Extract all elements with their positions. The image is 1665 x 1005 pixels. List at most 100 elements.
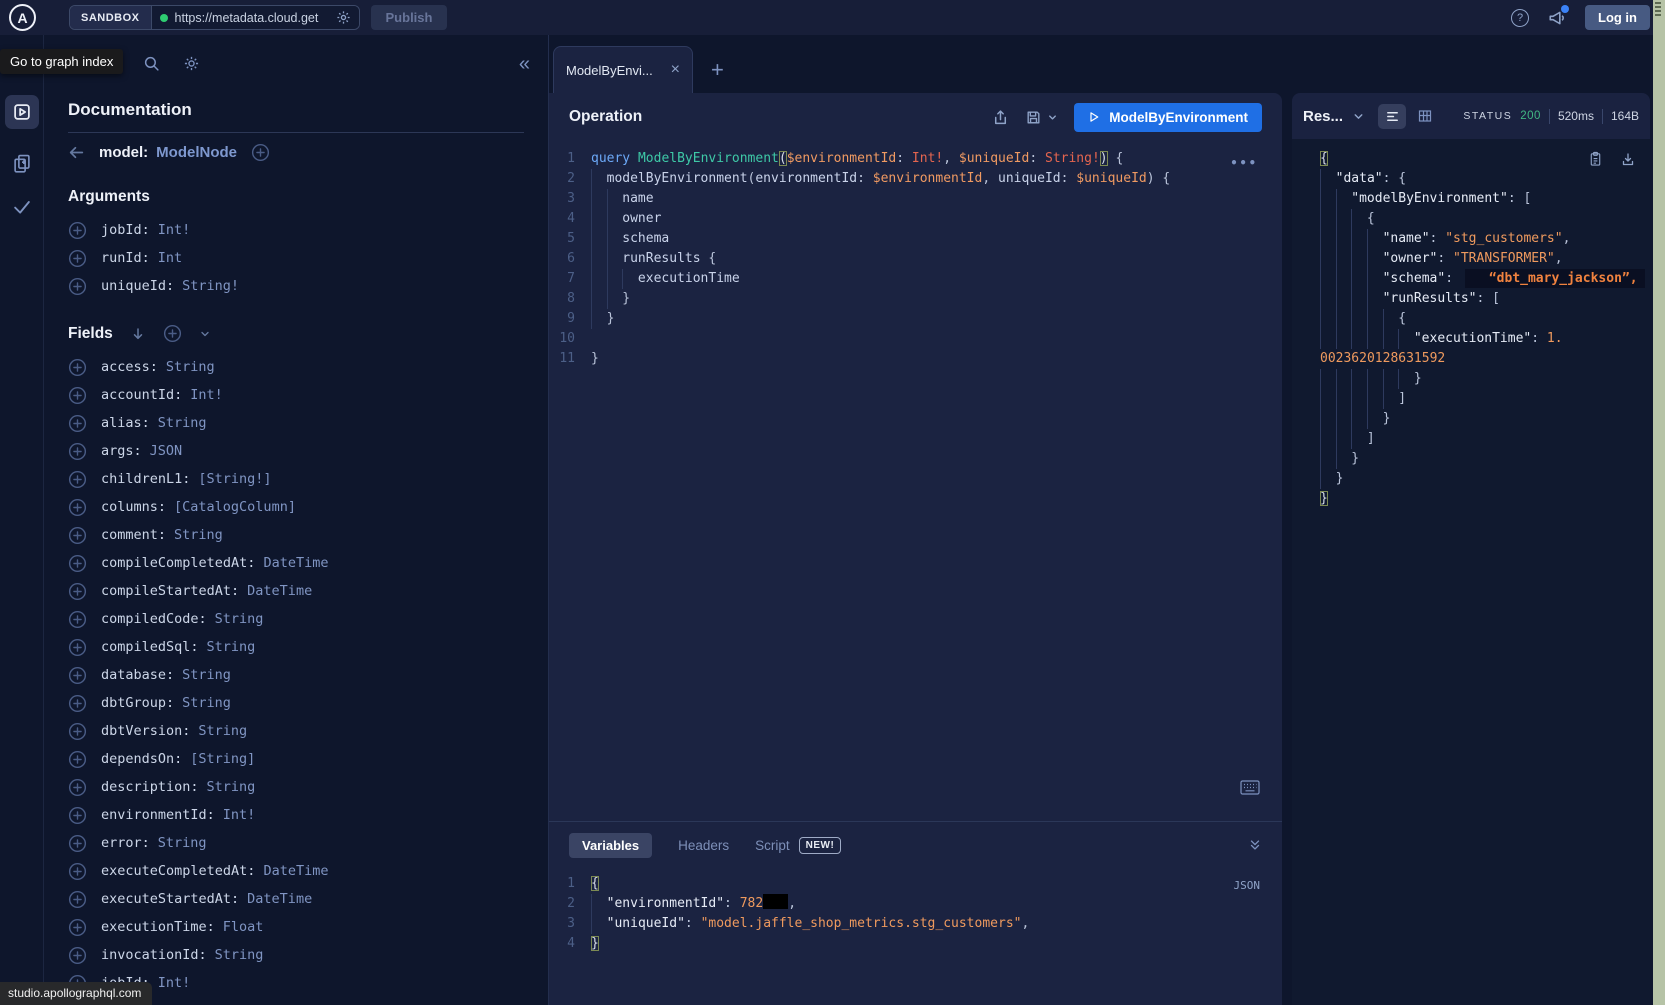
tab-modelbyenvironment[interactable]: ModelByEnvi... × xyxy=(553,46,693,93)
variables-editor[interactable]: JSON 1{2"environmentId": 782,3"uniqueId"… xyxy=(549,868,1282,954)
operation-editor[interactable]: ••• 1query ModelByEnvironment($environme… xyxy=(549,141,1282,821)
doc-field-row[interactable]: environmentId:Int! xyxy=(68,801,524,829)
login-button[interactable]: Log in xyxy=(1585,5,1650,30)
doc-field-row[interactable]: dbtVersion:String xyxy=(68,717,524,745)
apollo-logo[interactable]: A xyxy=(9,4,36,31)
add-field-icon[interactable] xyxy=(68,277,87,296)
field-type[interactable]: Int! xyxy=(190,387,223,403)
copy-response-icon[interactable] xyxy=(1588,151,1603,167)
tab-variables[interactable]: Variables xyxy=(569,833,652,858)
add-field-icon[interactable] xyxy=(68,526,87,545)
response-dropdown-chevron-icon[interactable] xyxy=(1352,110,1365,123)
collections-nav-icon[interactable] xyxy=(12,153,32,173)
add-field-icon[interactable] xyxy=(68,694,87,713)
tab-headers[interactable]: Headers xyxy=(678,838,729,853)
field-type[interactable]: String xyxy=(207,779,256,795)
publish-button[interactable]: Publish xyxy=(371,5,448,30)
add-field-icon[interactable] xyxy=(68,862,87,881)
add-field-icon[interactable] xyxy=(68,498,87,517)
endpoint-url[interactable]: https://metadata.cloud.get xyxy=(175,11,329,25)
save-operation-icon[interactable] xyxy=(1025,109,1042,126)
add-field-icon[interactable] xyxy=(68,249,87,268)
doc-field-row[interactable]: uniqueId:String! xyxy=(68,272,524,300)
field-type[interactable]: Float xyxy=(223,919,264,935)
add-all-fields-icon[interactable] xyxy=(163,324,182,343)
field-type[interactable]: String xyxy=(158,835,207,851)
field-type[interactable]: Int! xyxy=(158,975,191,991)
doc-field-row[interactable]: runId:Int xyxy=(68,244,524,272)
add-field-icon[interactable] xyxy=(68,414,87,433)
add-field-icon[interactable] xyxy=(68,666,87,685)
doc-field-row[interactable]: database:String xyxy=(68,661,524,689)
doc-field-row[interactable]: jobId:Int! xyxy=(68,216,524,244)
add-field-icon[interactable] xyxy=(68,834,87,853)
field-type[interactable]: Int xyxy=(158,250,182,266)
doc-field-row[interactable]: compiledCode:String xyxy=(68,605,524,633)
doc-field-row[interactable]: alias:String xyxy=(68,409,524,437)
doc-field-row[interactable]: executeCompletedAt:DateTime xyxy=(68,857,524,885)
help-icon[interactable]: ? xyxy=(1511,9,1529,27)
field-type[interactable]: String xyxy=(174,527,223,543)
add-field-icon[interactable] xyxy=(68,638,87,657)
field-type[interactable]: Int! xyxy=(223,807,256,823)
field-type[interactable]: DateTime xyxy=(263,863,328,879)
endpoint-input[interactable]: https://metadata.cloud.get xyxy=(152,6,359,29)
field-type[interactable]: String xyxy=(207,639,256,655)
doc-field-row[interactable]: executeStartedAt:DateTime xyxy=(68,885,524,913)
field-type[interactable]: String xyxy=(215,947,264,963)
add-field-icon[interactable] xyxy=(68,918,87,937)
back-arrow-icon[interactable] xyxy=(68,144,85,161)
endpoint-settings-icon[interactable] xyxy=(336,10,351,25)
run-operation-button[interactable]: ModelByEnvironment xyxy=(1074,103,1262,132)
field-type[interactable]: String xyxy=(182,695,231,711)
doc-field-row[interactable]: compileCompletedAt:DateTime xyxy=(68,549,524,577)
collapse-variables-icon[interactable] xyxy=(1248,838,1262,852)
editor-overflow-menu[interactable]: ••• xyxy=(1230,153,1258,173)
add-to-query-icon[interactable] xyxy=(251,143,270,162)
add-field-icon[interactable] xyxy=(68,946,87,965)
doc-field-row[interactable]: executionTime:Float xyxy=(68,913,524,941)
add-field-icon[interactable] xyxy=(68,442,87,461)
add-field-icon[interactable] xyxy=(68,221,87,240)
explorer-nav-item[interactable] xyxy=(5,95,39,129)
save-options-chevron-icon[interactable] xyxy=(1047,112,1058,123)
doc-field-row[interactable]: args:JSON xyxy=(68,437,524,465)
add-field-icon[interactable] xyxy=(68,806,87,825)
field-type[interactable]: JSON xyxy=(150,443,183,459)
field-type[interactable]: String xyxy=(182,667,231,683)
doc-field-row[interactable]: access:String xyxy=(68,353,524,381)
field-type[interactable]: Int! xyxy=(158,222,191,238)
settings-gear-icon[interactable] xyxy=(183,55,200,72)
field-type[interactable]: String xyxy=(198,723,247,739)
doc-field-row[interactable]: invocationId:String xyxy=(68,941,524,969)
doc-field-row[interactable]: childrenL1:[String!] xyxy=(68,465,524,493)
doc-field-row[interactable]: comment:String xyxy=(68,521,524,549)
add-field-icon[interactable] xyxy=(68,358,87,377)
add-field-icon[interactable] xyxy=(68,554,87,573)
new-tab-button[interactable]: + xyxy=(711,59,724,93)
add-field-icon[interactable] xyxy=(68,750,87,769)
doc-field-row[interactable]: compileStartedAt:DateTime xyxy=(68,577,524,605)
tab-script-group[interactable]: Script NEW! xyxy=(755,837,841,854)
doc-field-row[interactable]: error:String xyxy=(68,829,524,857)
add-field-icon[interactable] xyxy=(68,722,87,741)
download-response-icon[interactable] xyxy=(1620,151,1636,167)
doc-field-row[interactable]: description:String xyxy=(68,773,524,801)
doc-field-row[interactable]: compiledSql:String xyxy=(68,633,524,661)
add-field-icon[interactable] xyxy=(68,890,87,909)
tab-close-icon[interactable]: × xyxy=(671,62,680,78)
keyboard-shortcuts-icon[interactable] xyxy=(1240,780,1260,795)
checks-nav-icon[interactable] xyxy=(12,197,32,217)
field-type[interactable]: String xyxy=(166,359,215,375)
fields-options-chevron-icon[interactable] xyxy=(199,328,211,340)
doc-field-row[interactable]: dbtGroup:String xyxy=(68,689,524,717)
field-type[interactable]: [String] xyxy=(190,751,255,767)
field-type[interactable]: [CatalogColumn] xyxy=(174,499,296,515)
add-field-icon[interactable] xyxy=(68,470,87,489)
field-type[interactable]: String! xyxy=(182,278,239,294)
add-field-icon[interactable] xyxy=(68,610,87,629)
doc-field-row[interactable]: accountId:Int! xyxy=(68,381,524,409)
response-body[interactable]: {"data": {"modelByEnvironment": [{"name"… xyxy=(1292,139,1650,1005)
field-type[interactable]: DateTime xyxy=(247,583,312,599)
doc-field-row[interactable]: dependsOn:[String] xyxy=(68,745,524,773)
